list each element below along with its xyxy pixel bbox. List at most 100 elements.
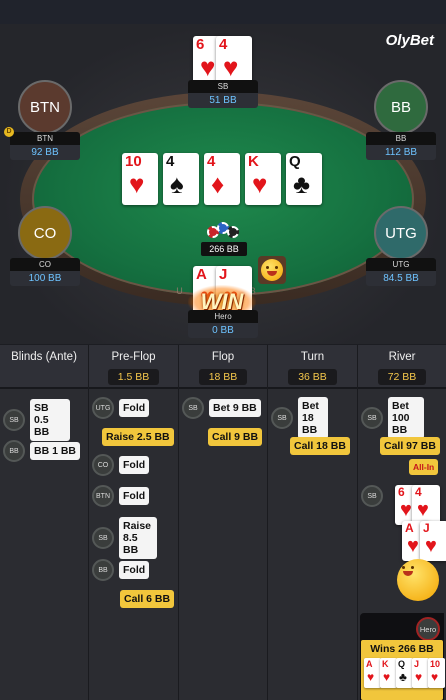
seat-bb[interactable]: BB BB 112 BB bbox=[366, 80, 436, 160]
position-chip: BB bbox=[3, 440, 25, 462]
seat-name: CO bbox=[10, 258, 80, 271]
seat-stack: 84.5 BB bbox=[366, 271, 436, 286]
poker-app: OlyBet U S B 6♥4♥ SB 51 BB BTN BTN 92 BB… bbox=[0, 0, 446, 700]
showdown-sb-row: SB bbox=[361, 485, 383, 507]
position-chip: SB bbox=[361, 407, 383, 429]
card-suit-icon: ♥ bbox=[367, 670, 375, 684]
emoji-reaction-button[interactable] bbox=[258, 256, 286, 284]
position-chip: CO bbox=[92, 454, 114, 476]
playing-card: 4 ♥ bbox=[412, 485, 440, 525]
column-title: River bbox=[388, 351, 416, 363]
card-rank: 10 bbox=[430, 659, 441, 669]
column-header: Pre-Flop 1.5 BB bbox=[89, 345, 178, 389]
action-row: CO Fold bbox=[92, 454, 150, 476]
card-suit-icon: ♥ bbox=[129, 169, 145, 199]
action-label: Bet 9 BB bbox=[209, 399, 261, 417]
seat-utg[interactable]: UTG UTG 84.5 BB bbox=[366, 206, 436, 286]
laughing-emoji-icon bbox=[397, 559, 439, 601]
playing-card: A♥ bbox=[364, 658, 381, 688]
playing-card: 4 ♠ bbox=[163, 153, 199, 205]
street-pot: 18 BB bbox=[198, 369, 248, 385]
position-chip: SB bbox=[182, 397, 204, 419]
winner-position-chip: Hero bbox=[416, 617, 440, 641]
card-rank: 4 bbox=[219, 36, 228, 53]
position-chip: SB bbox=[3, 409, 25, 431]
action-row: BB Fold bbox=[92, 559, 150, 581]
column-header: Blinds (Ante) bbox=[0, 345, 88, 389]
playing-card: 10 ♥ bbox=[428, 658, 445, 688]
card-rank: A bbox=[405, 521, 414, 535]
street-pot: 36 BB bbox=[288, 369, 337, 385]
card-suit-icon: ♥ bbox=[415, 670, 423, 684]
action-row: SB Bet 9 BB bbox=[182, 397, 261, 419]
action-row: SB Bet 100 BB bbox=[361, 397, 424, 439]
card-rank: Q bbox=[398, 659, 406, 669]
hero-action: Call 6 BB bbox=[120, 590, 175, 608]
wins-panel: Wins 266 BB A ♥ K ♥ Q ♣ J ♥ 10 ♥ bbox=[361, 640, 445, 700]
card-suit-icon: ♥ bbox=[425, 535, 437, 557]
seat-btn[interactable]: BTN BTN 92 BB bbox=[10, 80, 80, 160]
column-title: Flop bbox=[211, 351, 235, 363]
action-label: Fold bbox=[119, 456, 150, 474]
playing-card: K ♥ bbox=[245, 153, 281, 205]
action-label: Fold bbox=[119, 399, 150, 417]
playing-card: 10 ♥ bbox=[122, 153, 158, 205]
avatar: UTG bbox=[374, 206, 428, 260]
status-bar bbox=[0, 0, 446, 24]
seat-co[interactable]: CO CO 100 BB bbox=[10, 206, 80, 286]
wins-text: Wins 266 BB bbox=[370, 643, 434, 655]
position-chip: UTG bbox=[92, 397, 114, 419]
pot-chips bbox=[205, 222, 241, 242]
hero-action: Call 9 BB bbox=[208, 428, 263, 446]
seat-sb[interactable]: SB 51 BB bbox=[188, 80, 258, 108]
column-blinds: Blinds (Ante) SB SB 0.5 BB BB BB 1 BB bbox=[0, 345, 89, 700]
brand-logo: OlyBet bbox=[385, 32, 434, 49]
playing-card: Q ♣ bbox=[396, 658, 413, 688]
column-flop: Flop 18 BB SB Bet 9 BB Call 9 BB bbox=[179, 345, 268, 700]
action-row: BB BB 1 BB bbox=[3, 440, 81, 462]
street-pot: 72 BB bbox=[377, 369, 427, 385]
card-rank: K bbox=[248, 153, 259, 170]
card-suit-icon: ♥ bbox=[200, 52, 216, 82]
card-suit-icon: ♣ bbox=[399, 670, 407, 684]
card-rank: 4 bbox=[166, 153, 175, 170]
playing-card: J♥ bbox=[420, 521, 446, 561]
seat-stack: 51 BB bbox=[188, 93, 258, 108]
action-row: SB Bet 18 BB bbox=[271, 397, 328, 439]
position-chip: SB bbox=[361, 485, 383, 507]
card-rank: A bbox=[196, 266, 207, 283]
winner-panel: Hero Wins 266 BB A ♥ K ♥ Q ♣ J ♥ 10 ♥ bbox=[360, 613, 445, 700]
seat-name: UTG bbox=[366, 258, 436, 271]
seat-name: BB bbox=[366, 132, 436, 145]
card-suit-icon: ♣ bbox=[293, 169, 311, 199]
playing-card: 4 ♦ bbox=[204, 153, 240, 205]
playing-card: Q ♣ bbox=[286, 153, 322, 205]
card-rank: 4 bbox=[415, 485, 422, 499]
card-rank: Q bbox=[289, 153, 301, 170]
column-title: Blinds (Ante) bbox=[11, 351, 77, 363]
seat-hero[interactable]: Hero 0 BB bbox=[188, 310, 258, 338]
avatar: BTN bbox=[18, 80, 72, 134]
pot-amount: 266 BB bbox=[201, 242, 247, 256]
card-rank: 6 bbox=[398, 485, 405, 499]
card-rank: J bbox=[219, 266, 228, 283]
action-row: BTN Fold bbox=[92, 485, 150, 507]
hand-history: Blinds (Ante) SB SB 0.5 BB BB BB 1 BB Pr… bbox=[0, 345, 446, 700]
poker-table-area: OlyBet U S B 6♥4♥ SB 51 BB BTN BTN 92 BB… bbox=[0, 24, 446, 344]
all-in-badge: All-In bbox=[409, 459, 439, 475]
position-chip: BTN bbox=[92, 485, 114, 507]
action-label: Raise 8.5 BB bbox=[119, 517, 157, 559]
seat-name: Hero bbox=[188, 310, 258, 323]
laughing-emoji-icon bbox=[261, 259, 283, 281]
column-header: Flop 18 BB bbox=[179, 345, 267, 389]
avatar: CO bbox=[18, 206, 72, 260]
hero-action: Call 97 BB bbox=[380, 437, 440, 455]
avatar: BB bbox=[374, 80, 428, 134]
card-suit-icon: ♥ bbox=[417, 499, 429, 521]
card-rank: A bbox=[366, 659, 373, 669]
action-label: Fold bbox=[119, 487, 150, 505]
action-label: Bet 18 BB bbox=[298, 397, 328, 439]
position-chip: SB bbox=[271, 407, 293, 429]
card-rank: 4 bbox=[207, 153, 216, 170]
card-suit-icon: ♥ bbox=[431, 670, 439, 684]
